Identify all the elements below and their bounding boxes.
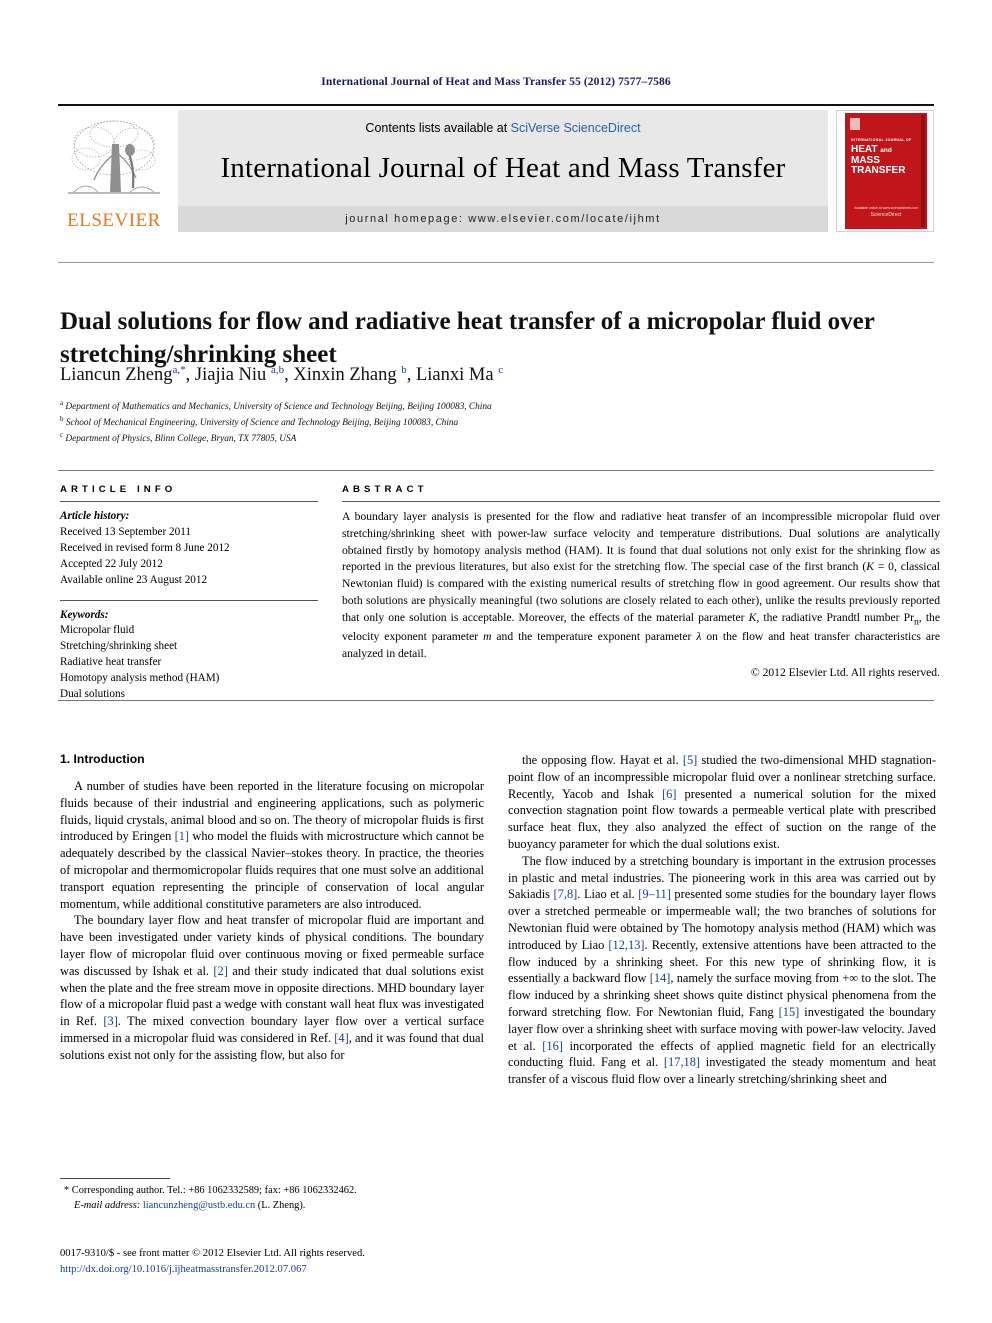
journal-homepage[interactable]: journal homepage: www.elsevier.com/locat… bbox=[178, 206, 828, 232]
cover-subtitle: INTERNATIONAL JOURNAL OF bbox=[851, 138, 912, 142]
keyword-item: Radiative heat transfer bbox=[60, 656, 162, 669]
affiliation-list: a Department of Mathematics and Mechanic… bbox=[60, 398, 940, 447]
cover-title-line2: MASS bbox=[851, 154, 880, 166]
article-info-heading: ARTICLE INFO bbox=[60, 484, 177, 495]
cover-elsevier-mark-icon bbox=[850, 118, 860, 130]
page-title: Dual solutions for flow and radiative he… bbox=[60, 307, 875, 368]
left-paragraphs: A number of studies have been reported i… bbox=[60, 778, 484, 1064]
body-paragraph: The boundary layer flow and heat transfe… bbox=[60, 913, 484, 1062]
journal-cover-image: INTERNATIONAL JOURNAL OF HEAT and MASS T… bbox=[836, 110, 934, 232]
keywords-rule bbox=[60, 599, 318, 601]
abstract-rule bbox=[342, 501, 940, 502]
cover-footer-bottom: ScienceDirect bbox=[870, 212, 902, 218]
affiliation-a: a Department of Mathematics and Mechanic… bbox=[60, 399, 492, 413]
cover-title-line1: HEAT bbox=[851, 144, 878, 155]
body-paragraph: The flow induced by a stretching boundar… bbox=[508, 853, 937, 1087]
body-column-right: the opposing flow. Hayat et al. [5] stud… bbox=[508, 752, 936, 1088]
author-list: Liancun Zhenga,*, Jiajia Niu a,b, Xinxin… bbox=[60, 364, 504, 386]
contents-prefix: Contents lists available at bbox=[365, 121, 511, 135]
footnote-rule bbox=[60, 1178, 170, 1179]
affiliation-c: c Department of Physics, Blinn College, … bbox=[60, 431, 297, 445]
abstract-top-rule bbox=[58, 470, 934, 471]
keywords-label: Keywords: bbox=[60, 608, 109, 621]
title-divider bbox=[58, 262, 934, 263]
section-heading-introduction: 1. Introduction bbox=[60, 752, 145, 766]
abstract-text: A boundary layer analysis is presented f… bbox=[342, 510, 940, 660]
abstract-copyright: © 2012 Elsevier Ltd. All rights reserved… bbox=[750, 665, 940, 679]
cover-footer-top: Available online at www.sciencedirect.co… bbox=[854, 205, 918, 210]
paper-page: International Journal of Heat and Mass T… bbox=[0, 0, 992, 1323]
body-paragraph: A number of studies have been reported i… bbox=[60, 779, 484, 911]
corresponding-author-note: * Corresponding author. Tel.: +86 106233… bbox=[64, 1185, 357, 1196]
elsevier-wordmark: ELSEVIER bbox=[67, 210, 161, 231]
keyword-item: Homotopy analysis method (HAM) bbox=[60, 672, 220, 685]
article-history: Article history: Received 13 September 2… bbox=[60, 509, 318, 589]
article-history-item: Received in revised form 8 June 2012 bbox=[60, 541, 230, 554]
keywords: Keywords: Micropolar fluid Stretching/shr… bbox=[60, 608, 318, 703]
body-column-left: 1. Introduction A number of studies have… bbox=[60, 752, 484, 1064]
body-paragraph: the opposing flow. Hayat et al. [5] stud… bbox=[508, 753, 937, 851]
contents-available-line: Contents lists available at SciVerse Sci… bbox=[178, 121, 828, 135]
doi-link[interactable]: http://dx.doi.org/10.1016/j.ijheatmasstr… bbox=[60, 1262, 520, 1278]
keywords-items: Micropolar fluid Stretching/shrinking she… bbox=[60, 623, 318, 703]
article-history-item: Received 13 September 2011 bbox=[60, 525, 191, 538]
article-history-item: Available online 23 August 2012 bbox=[60, 573, 208, 586]
masthead-center: Contents lists available at SciVerse Sci… bbox=[178, 110, 828, 232]
cover-title: HEAT and MASS TRANSFER bbox=[851, 144, 923, 177]
footnote-block: * Corresponding author. Tel.: +86 106233… bbox=[60, 1178, 484, 1214]
article-history-label: Article history: bbox=[60, 510, 130, 522]
email-note: E-mail address: liancunzheng@ustb.edu.cn… bbox=[60, 1199, 484, 1214]
affiliation-b: b School of Mechanical Engineering, Univ… bbox=[60, 415, 459, 429]
keyword-item: Stretching/shrinking sheet bbox=[60, 640, 178, 653]
journal-masthead: ELSEVIER Contents lists available at Sci… bbox=[58, 104, 934, 232]
abstract-bottom-rule bbox=[58, 700, 934, 701]
email-link[interactable]: liancunzheng@ustb.edu.cn bbox=[143, 1200, 255, 1211]
right-paragraphs: the opposing flow. Hayat et al. [5] stud… bbox=[508, 752, 936, 1088]
cover-title-and: and bbox=[880, 147, 892, 154]
abstract-heading: ABSTRACT bbox=[342, 484, 428, 495]
imprint-block: 0017-9310/$ - see front matter © 2012 El… bbox=[60, 1246, 520, 1278]
cover-title-line3: TRANSFER bbox=[851, 165, 906, 176]
elsevier-tree-icon bbox=[68, 120, 160, 194]
abstract-column: ABSTRACT A boundary layer analysis is pr… bbox=[342, 484, 940, 679]
email-label: E-mail address: bbox=[74, 1199, 141, 1211]
email-owner: (L. Zheng). bbox=[257, 1199, 306, 1211]
keyword-item: Micropolar fluid bbox=[60, 624, 135, 637]
sciencedirect-link[interactable]: SciVerse ScienceDirect bbox=[511, 121, 641, 135]
article-info-rule bbox=[60, 501, 318, 502]
issn-line: 0017-9310/$ - see front matter © 2012 El… bbox=[60, 1248, 365, 1259]
elsevier-logo: ELSEVIER bbox=[58, 110, 170, 232]
article-history-items: Received 13 September 2011 Received in re… bbox=[60, 525, 318, 589]
article-history-item: Accepted 22 July 2012 bbox=[60, 557, 163, 570]
article-info-column: ARTICLE INFO Article history: Received 1… bbox=[60, 484, 318, 703]
journal-title: International Journal of Heat and Mass T… bbox=[220, 152, 786, 184]
running-head: International Journal of Heat and Mass T… bbox=[321, 76, 671, 88]
cover-footer: Available online at www.sciencedirect.co… bbox=[845, 206, 927, 219]
